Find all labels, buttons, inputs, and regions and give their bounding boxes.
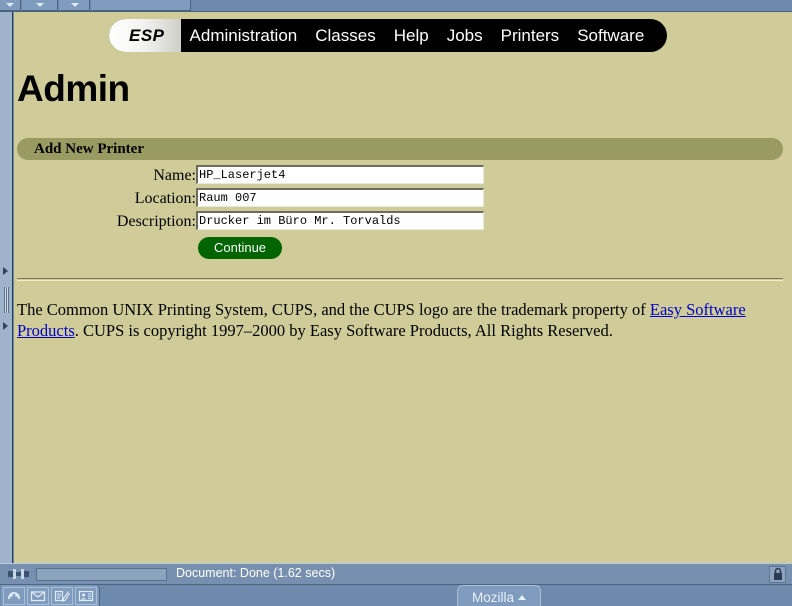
nav-item-classes[interactable]: Classes: [306, 19, 384, 52]
description-input[interactable]: [196, 211, 484, 230]
nav-item-software[interactable]: Software: [568, 19, 653, 52]
expand-arrow-icon-top[interactable]: [3, 267, 8, 275]
taskbar-window-mozilla[interactable]: Mozilla: [457, 585, 541, 606]
progress-bar: [36, 568, 167, 581]
nav-item-help[interactable]: Help: [385, 19, 438, 52]
footer-legal-text: The Common UNIX Printing System, CUPS, a…: [17, 299, 777, 341]
nav-item-administration[interactable]: Administration: [181, 19, 307, 52]
form-row-name: Name:: [14, 165, 792, 187]
browser-content: ESP Administration Classes Help Jobs Pri…: [14, 12, 792, 563]
form-actions-spacer: [14, 237, 198, 259]
continue-button[interactable]: Continue: [198, 237, 283, 259]
addressbook-icon[interactable]: [75, 586, 97, 605]
footer-divider: [17, 278, 783, 281]
toolbar-grip-2[interactable]: [22, 0, 58, 11]
name-input[interactable]: [196, 165, 484, 184]
footer-text-part2: . CUPS is copyright 1997–2000 by Easy So…: [74, 321, 613, 340]
nav-item-jobs[interactable]: Jobs: [438, 19, 492, 52]
footer-text-part1: The Common UNIX Printing System, CUPS, a…: [17, 300, 650, 319]
description-label: Description:: [116, 213, 196, 230]
status-bar: Document: Done (1.62 secs): [0, 563, 792, 584]
chevron-down-icon: [36, 3, 44, 7]
main-navigation: ESP Administration Classes Help Jobs Pri…: [109, 19, 668, 52]
toolbar-grip-3[interactable]: [59, 0, 90, 11]
page-title: Admin: [17, 68, 130, 109]
section-header-bar: Add New Printer: [17, 138, 783, 160]
status-text: Document: Done (1.62 secs): [176, 566, 336, 580]
form-row-location: Location:: [14, 188, 792, 210]
toolbar-grip-4[interactable]: [91, 0, 191, 11]
security-lock-icon[interactable]: [769, 566, 786, 583]
composer-icon[interactable]: [51, 586, 73, 605]
expand-arrow-icon-bottom[interactable]: [3, 322, 8, 330]
taskbar: Mozilla: [0, 584, 792, 606]
chevron-down-icon: [71, 3, 79, 7]
form-actions: Continue: [14, 237, 792, 259]
caret-up-icon: [518, 595, 526, 600]
nav-item-printers[interactable]: Printers: [492, 19, 569, 52]
location-label: Location:: [134, 190, 196, 207]
add-printer-form: Name: Location: Description: Continue: [14, 165, 792, 259]
toolbar-grip-1[interactable]: [0, 0, 21, 11]
location-input[interactable]: [196, 188, 484, 207]
desktop-screen: ESP Administration Classes Help Jobs Pri…: [0, 0, 792, 606]
nav-brand-esp[interactable]: ESP: [109, 19, 181, 52]
sidebar-splitter-rail[interactable]: [0, 12, 13, 563]
section-title: Add New Printer: [34, 141, 144, 157]
taskbar-window-label: Mozilla: [471, 590, 514, 605]
quick-launch-tray: [1, 585, 100, 606]
mail-icon[interactable]: [27, 586, 49, 605]
window-toolbar-strip: [0, 0, 792, 12]
name-label: Name:: [153, 167, 196, 184]
chevron-down-icon: [6, 3, 14, 7]
form-row-description: Description:: [14, 211, 792, 233]
mozilla-lizard-icon[interactable]: [3, 586, 25, 605]
connection-icon[interactable]: [8, 567, 29, 581]
splitter-grip[interactable]: [4, 287, 9, 313]
